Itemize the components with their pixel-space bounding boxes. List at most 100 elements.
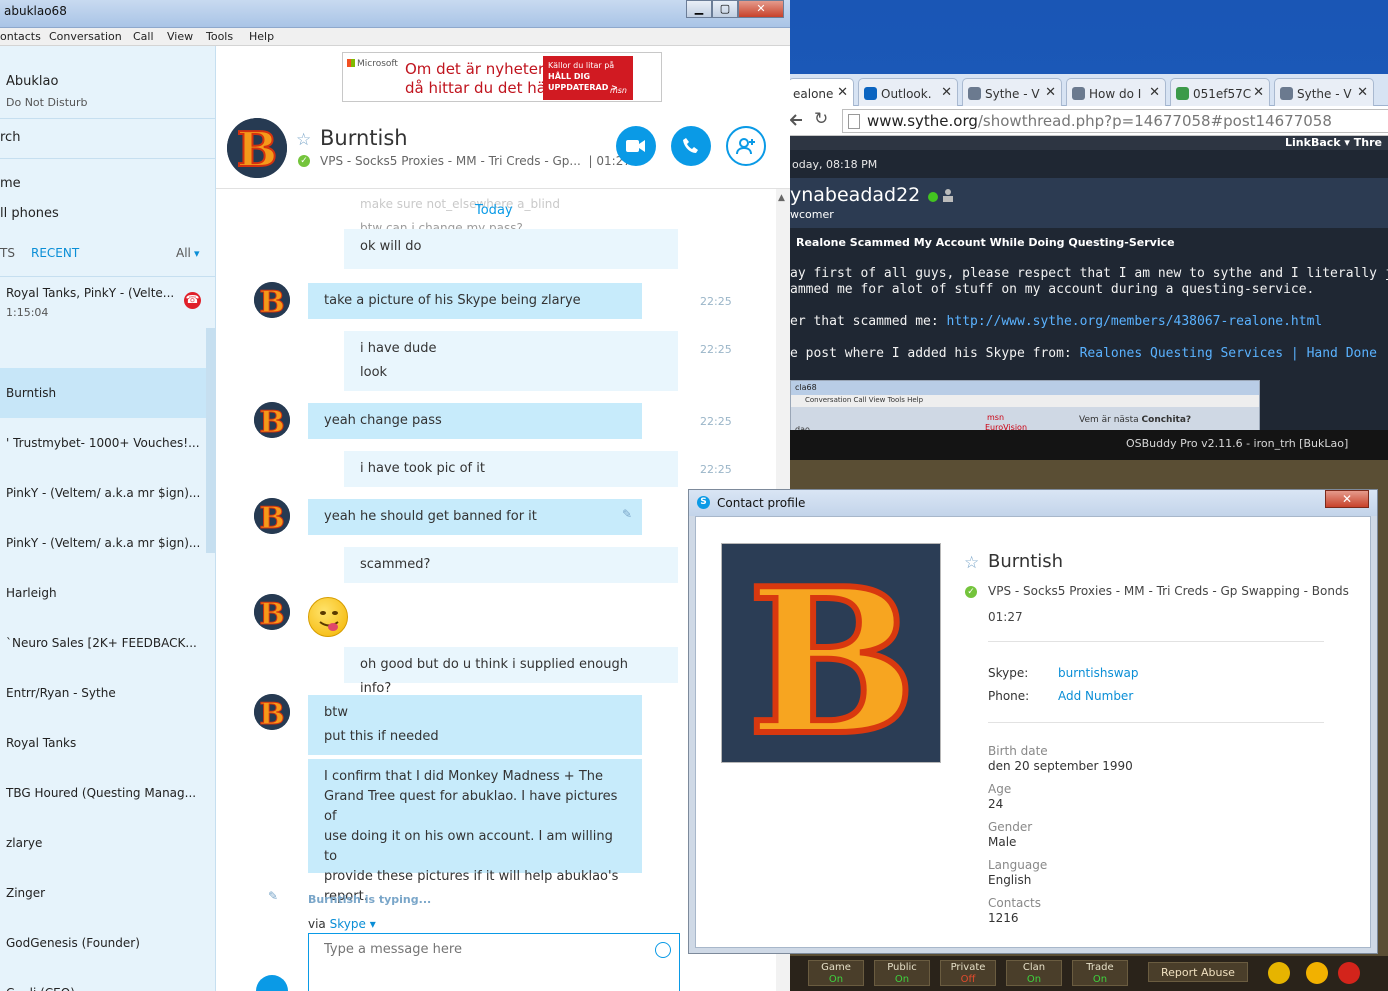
skype-name-value[interactable]: burntishswap bbox=[1058, 666, 1138, 680]
recent-item[interactable]: TBG Houred (Questing Manag... bbox=[0, 768, 206, 818]
recent-item[interactable]: Harleigh bbox=[0, 568, 206, 618]
smiley-icon[interactable] bbox=[1306, 962, 1328, 984]
attach-paperclip-icon[interactable] bbox=[256, 975, 288, 991]
browser-tab[interactable]: Sythe - V ✕ bbox=[1274, 78, 1374, 106]
recent-item[interactable]: C... li (CEO) bbox=[0, 968, 206, 991]
browser-tab[interactable]: How do I ✕ bbox=[1066, 78, 1166, 106]
scroll-up-icon[interactable]: ▲ bbox=[778, 193, 785, 203]
video-call-button[interactable] bbox=[616, 126, 656, 166]
svg-text:B: B bbox=[259, 405, 284, 438]
svg-text:B: B bbox=[259, 501, 284, 534]
hang-up-icon[interactable]: ☎ bbox=[184, 292, 201, 309]
close-button[interactable]: ✕ bbox=[1325, 490, 1369, 508]
angry-face-icon[interactable] bbox=[1338, 962, 1360, 984]
message-bubble-received[interactable]: I confirm that I did Monkey Madness + Th… bbox=[308, 759, 642, 904]
maximize-button[interactable]: ▢ bbox=[712, 0, 738, 18]
minimize-button[interactable]: ▁ bbox=[686, 0, 712, 18]
public-filter-button[interactable]: Public On bbox=[874, 960, 930, 986]
message-bubble-sent[interactable]: scammed? bbox=[344, 547, 678, 583]
close-icon[interactable]: ✕ bbox=[941, 85, 952, 100]
recent-item[interactable]: zlarye bbox=[0, 818, 206, 868]
sender-avatar[interactable]: B bbox=[254, 594, 290, 630]
sender-avatar[interactable]: B bbox=[254, 694, 290, 730]
birth-date-label: Birth date bbox=[988, 744, 1048, 758]
my-name[interactable]: Abuklao bbox=[6, 74, 58, 89]
message-composer[interactable] bbox=[308, 933, 680, 991]
via-selector[interactable]: via Skype ▾ bbox=[308, 917, 376, 931]
browser-tab[interactable]: Sythe - V ✕ bbox=[962, 78, 1062, 106]
close-icon[interactable]: ✕ bbox=[1149, 85, 1160, 100]
tab-contacts[interactable]: TS bbox=[0, 246, 15, 260]
message-bubble-received[interactable]: yeah change pass bbox=[308, 403, 642, 439]
recent-item[interactable]: GodGenesis (Founder) bbox=[0, 918, 206, 968]
recent-item[interactable]: PinkY - (Veltem/ a.k.a mr $ign)... bbox=[0, 468, 206, 518]
message-input[interactable] bbox=[309, 934, 649, 964]
filter-select[interactable]: All bbox=[176, 246, 191, 260]
add-number-link[interactable]: Add Number bbox=[1058, 689, 1133, 703]
recent-item[interactable]: PinkY - (Veltem/ a.k.a mr $ign)... bbox=[0, 518, 206, 568]
private-filter-button[interactable]: Private Off bbox=[940, 960, 996, 986]
sidebar-scrollbar[interactable] bbox=[206, 328, 215, 553]
message-bubble-sent[interactable]: i have took pic of it bbox=[344, 451, 678, 487]
address-bar[interactable]: www.sythe.org/showthread.php?p=14677058#… bbox=[842, 109, 1388, 133]
recent-item[interactable]: Royal Tanks bbox=[0, 718, 206, 768]
recent-item[interactable]: Entrr/Ryan - Sythe bbox=[0, 668, 206, 718]
message-bubble-sent[interactable]: oh good but do u think i supplied enough… bbox=[344, 647, 678, 696]
recent-item[interactable]: Burntish bbox=[0, 368, 206, 418]
recent-item[interactable]: ' Trustmybet- 1000+ Vouches!... bbox=[0, 418, 206, 468]
browser-tab[interactable]: Outlook. ✕ bbox=[858, 78, 958, 106]
ad-callout[interactable]: Källor du litar på HÅLL DIG UPPDATERAD >… bbox=[543, 56, 633, 100]
home-nav[interactable]: me bbox=[0, 176, 21, 191]
browser-tab[interactable]: 051ef57C ✕ bbox=[1170, 78, 1270, 106]
my-status[interactable]: Do Not Disturb bbox=[6, 96, 88, 109]
menu-help[interactable]: Help bbox=[249, 30, 274, 43]
favorite-star-icon[interactable]: ☆ bbox=[296, 130, 311, 150]
close-icon[interactable]: ✕ bbox=[1045, 85, 1056, 100]
recent-item[interactable]: Zinger bbox=[0, 868, 206, 918]
voice-call-button[interactable] bbox=[671, 126, 711, 166]
contact-avatar[interactable]: B bbox=[227, 118, 287, 178]
menu-call[interactable]: Call bbox=[133, 30, 154, 43]
message-bubble-sent[interactable]: i have dude look bbox=[344, 331, 678, 391]
active-call-item[interactable]: Royal Tanks, PinkY - (Velte... 1:15:04 ☎ bbox=[0, 286, 215, 330]
emoticon-icon[interactable] bbox=[655, 942, 671, 958]
contacts-value: 1216 bbox=[988, 911, 1019, 925]
recent-item[interactable]: `Neuro Sales [2K+ FEEDBACK... bbox=[0, 618, 206, 668]
linkback-bar[interactable]: LinkBack ▾ Thre bbox=[788, 136, 1388, 150]
favorite-star-icon[interactable]: ☆ bbox=[964, 553, 979, 573]
browser-tab[interactable]: ealone ✕ bbox=[788, 78, 854, 106]
message-bubble-received[interactable]: take a picture of his Skype being zlarye bbox=[308, 283, 642, 319]
add-people-button[interactable] bbox=[726, 126, 766, 166]
call-phones-nav[interactable]: ll phones bbox=[0, 206, 59, 221]
close-icon[interactable]: ✕ bbox=[1253, 85, 1264, 100]
menu-conversation[interactable]: Conversation bbox=[49, 30, 122, 43]
search-nav[interactable]: rch bbox=[0, 130, 20, 145]
sender-avatar[interactable]: B bbox=[254, 282, 290, 318]
trade-filter-button[interactable]: Trade On bbox=[1072, 960, 1128, 986]
menu-tools[interactable]: Tools bbox=[206, 30, 233, 43]
clan-filter-button[interactable]: Clan On bbox=[1006, 960, 1062, 986]
chevron-down-icon[interactable]: ▾ bbox=[194, 247, 200, 260]
close-button[interactable]: ✕ bbox=[738, 0, 784, 18]
message-bubble-received[interactable]: yeah he should get banned for it bbox=[308, 499, 642, 535]
sender-avatar[interactable]: B bbox=[254, 498, 290, 534]
close-icon[interactable]: ✕ bbox=[1357, 85, 1368, 100]
menu-view[interactable]: View bbox=[167, 30, 193, 43]
poster-name[interactable]: ynabeadad22 bbox=[790, 184, 920, 206]
scammer-profile-link[interactable]: http://www.sythe.org/members/438067-real… bbox=[947, 314, 1323, 329]
close-icon[interactable]: ✕ bbox=[837, 85, 848, 100]
tab-recent[interactable]: RECENT bbox=[31, 246, 79, 260]
contact-name[interactable]: Burntish bbox=[320, 126, 408, 150]
emote-icon[interactable] bbox=[1268, 962, 1290, 984]
sender-avatar[interactable]: B bbox=[254, 402, 290, 438]
back-arrow-icon[interactable] bbox=[788, 111, 806, 129]
game-filter-button[interactable]: Game On bbox=[808, 960, 864, 986]
report-abuse-button[interactable]: Report Abuse bbox=[1148, 962, 1248, 982]
msn-ad-banner[interactable]: Microsoft Om det är nyheter, då hittar du… bbox=[342, 52, 662, 102]
message-bubble-received[interactable]: btw put this if needed bbox=[308, 695, 642, 755]
reload-icon[interactable]: ↻ bbox=[814, 109, 828, 129]
message-bubble-sent[interactable]: ok will do bbox=[344, 229, 678, 269]
questing-service-link[interactable]: Realones Questing Services | Hand Done |… bbox=[1080, 346, 1388, 361]
menu-contacts[interactable]: ontacts bbox=[0, 30, 41, 43]
post-line-label: er that scammed me: bbox=[790, 314, 939, 329]
